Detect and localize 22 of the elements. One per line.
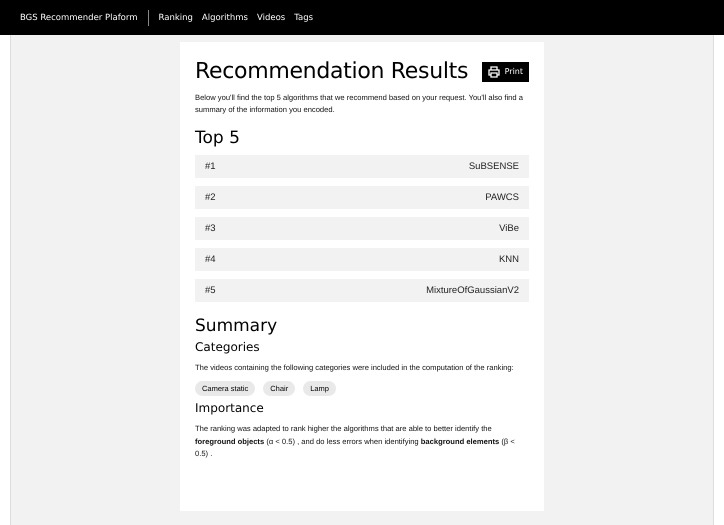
rank-label: #2 [205, 192, 216, 204]
brand-link[interactable]: BGS Recommender Plaform [20, 12, 138, 22]
printer-icon [488, 66, 500, 78]
nav-link[interactable]: Algorithms [202, 12, 248, 22]
algorithm-name: MixtureOfGaussianV2 [426, 285, 519, 296]
nav-link[interactable]: Ranking [158, 12, 193, 22]
algorithm-name: SuBSENSE [468, 161, 519, 172]
algorithm-name: ViBe [499, 223, 519, 234]
rank-label: #4 [205, 254, 216, 266]
subsection-heading: Importance [195, 401, 265, 416]
rank-label: #3 [205, 223, 216, 234]
algorithm-name: KNN [498, 254, 519, 266]
rank-label: #5 [205, 285, 216, 296]
page-title: Recommendation Results [195, 59, 468, 84]
print-button[interactable]: Print [482, 62, 529, 82]
rank-label: #1 [205, 161, 216, 172]
algorithm-name: PAWCS [485, 192, 519, 204]
section-heading: Top 5 [195, 128, 241, 148]
section-heading: Summary [195, 316, 278, 336]
nav-link[interactable]: Videos [256, 12, 286, 22]
subsection-heading: Categories [195, 340, 261, 354]
nav-link[interactable]: Tags [294, 12, 314, 22]
